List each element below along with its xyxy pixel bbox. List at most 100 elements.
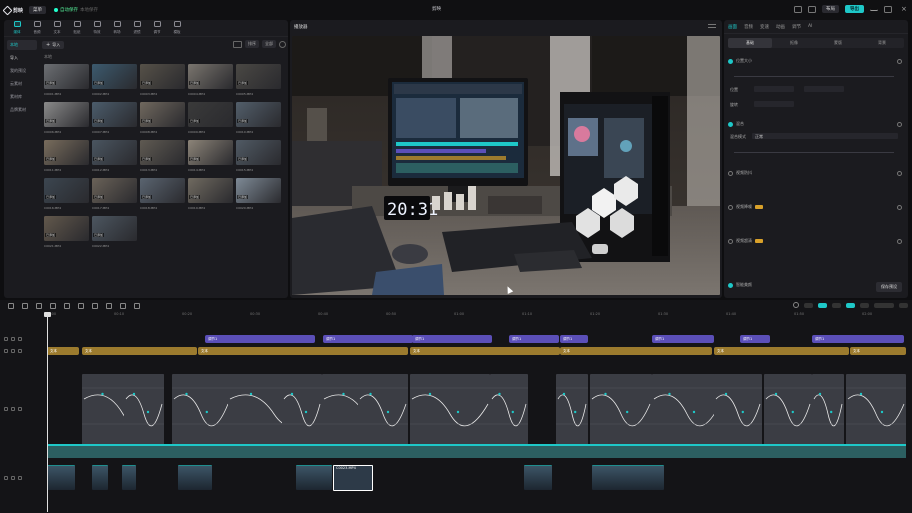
- sidenav-item-1[interactable]: 导入: [7, 53, 37, 63]
- media-thumbnail[interactable]: 已添加 C0010.MP4: [236, 102, 281, 134]
- rotate-icon[interactable]: [120, 303, 126, 309]
- snap-toggle[interactable]: [818, 302, 827, 308]
- main-video-clip[interactable]: [592, 465, 664, 490]
- text-clip[interactable]: 文本: [850, 347, 906, 355]
- tool-tab-0[interactable]: 媒体: [7, 21, 27, 36]
- text-clip[interactable]: 文本: [47, 347, 79, 355]
- eye-icon[interactable]: [11, 476, 15, 480]
- media-thumbnail[interactable]: 已添加 C0011.MP4: [44, 140, 89, 172]
- view-toggle-icon[interactable]: [233, 40, 242, 48]
- keyframe-curve-clip[interactable]: [172, 374, 230, 449]
- eye-icon[interactable]: [11, 407, 15, 411]
- reset-icon[interactable]: [897, 204, 902, 210]
- tool-tab-2[interactable]: 文本: [47, 21, 67, 36]
- blend-mode-select[interactable]: 正常: [752, 133, 898, 139]
- keyframe-curve-clip[interactable]: [410, 374, 490, 449]
- scale-slider[interactable]: [734, 76, 894, 77]
- adjust-clip[interactable]: 调节1: [412, 335, 492, 343]
- text-clip[interactable]: 文本: [560, 347, 712, 355]
- media-thumbnail[interactable]: 已添加 C0003.MP4: [140, 64, 185, 96]
- reset-icon[interactable]: [897, 238, 902, 244]
- media-thumbnail[interactable]: 已添加 C0017.MP4: [92, 178, 137, 210]
- reset-icon[interactable]: [897, 170, 902, 176]
- adjust-clip[interactable]: 调节1: [812, 335, 904, 343]
- eye-icon[interactable]: [11, 349, 15, 353]
- inspector-tab-2[interactable]: 变速: [760, 24, 769, 30]
- text-clip[interactable]: 文本: [714, 347, 849, 355]
- media-thumbnail[interactable]: 已添加 C0002.MP4: [92, 64, 137, 96]
- media-thumbnail[interactable]: 已添加 C0018.MP4: [140, 178, 185, 210]
- inspector-tab-1[interactable]: 音频: [744, 24, 753, 30]
- minimize-icon[interactable]: [870, 7, 878, 11]
- volume-icon[interactable]: [18, 349, 22, 353]
- sidenav-item-4[interactable]: 素材库: [7, 92, 37, 102]
- media-thumbnail[interactable]: 已添加 C0001.MP4: [44, 64, 89, 96]
- keyframe-curve-clip[interactable]: [764, 374, 812, 449]
- media-thumbnail[interactable]: 已添加 C0014.MP4: [188, 140, 233, 172]
- media-thumbnail[interactable]: 已添加 C0006.MP4: [44, 102, 89, 134]
- media-thumbnail[interactable]: 已添加 C0019.MP4: [188, 178, 233, 210]
- media-thumbnail[interactable]: 已添加 C0004.MP4: [188, 64, 233, 96]
- preview-axis-toggle[interactable]: [832, 302, 841, 308]
- zoom-slider[interactable]: [874, 302, 894, 308]
- tool-tab-7[interactable]: 调节: [147, 21, 167, 36]
- main-video-clip[interactable]: [524, 465, 552, 490]
- tool-tab-5[interactable]: 转场: [107, 21, 127, 36]
- tool-tab-8[interactable]: 模板: [167, 21, 187, 36]
- settings-icon[interactable]: [808, 5, 816, 13]
- keyframe-curve-clip[interactable]: [124, 374, 164, 449]
- inspector-subtab-2[interactable]: 蒙版: [816, 38, 860, 48]
- text-clip[interactable]: 文本: [410, 347, 560, 355]
- selected-video-clip[interactable]: C0023.MP4: [333, 465, 373, 491]
- tool-tab-4[interactable]: 特效: [87, 21, 107, 36]
- link-toggle[interactable]: [804, 302, 813, 308]
- inspector-subtab-3[interactable]: 背景: [860, 38, 904, 48]
- undo-icon[interactable]: [22, 303, 28, 309]
- media-thumbnail[interactable]: 已添加 C0009.MP4: [188, 102, 233, 134]
- adjust-clip[interactable]: 调节1: [560, 335, 588, 343]
- zoom-in-icon[interactable]: [899, 302, 908, 308]
- playhead[interactable]: [44, 312, 51, 512]
- lock-icon[interactable]: [4, 349, 8, 353]
- lock-icon[interactable]: [4, 407, 8, 411]
- maximize-icon[interactable]: [884, 5, 892, 13]
- lock-icon[interactable]: [4, 337, 8, 341]
- media-thumbnail[interactable]: 已添加 C0007.MP4: [92, 102, 137, 134]
- keyframe-curve-clip[interactable]: [358, 374, 408, 449]
- main-video-clip[interactable]: [122, 465, 136, 490]
- position-x-field[interactable]: [754, 86, 794, 92]
- sort-button[interactable]: 排序: [245, 40, 259, 48]
- crop-tool-icon[interactable]: [134, 303, 140, 309]
- volume-icon[interactable]: [18, 337, 22, 341]
- freeze-icon[interactable]: [78, 303, 84, 309]
- close-icon[interactable]: ×: [898, 5, 907, 13]
- adjust-clip[interactable]: 调节1: [509, 335, 559, 343]
- mirror-icon[interactable]: [106, 303, 112, 309]
- main-video-clip[interactable]: [296, 465, 332, 490]
- volume-icon[interactable]: [18, 407, 22, 411]
- layout-button[interactable]: 布局: [822, 5, 839, 13]
- keyframe-curve-clip[interactable]: [714, 374, 762, 449]
- toggle-checkbox[interactable]: [728, 121, 733, 127]
- keyframe-curve-clip[interactable]: [556, 374, 588, 449]
- shortcut-icon[interactable]: [794, 5, 802, 13]
- adjust-clip[interactable]: 调节1: [323, 335, 413, 343]
- sidenav-item-2[interactable]: 我的预设: [7, 66, 37, 76]
- media-thumbnail[interactable]: 已添加 C0012.MP4: [92, 140, 137, 172]
- redo-icon[interactable]: [36, 303, 42, 309]
- inspector-subtab-1[interactable]: 抠像: [772, 38, 816, 48]
- inspector-subtab-0[interactable]: 基础: [728, 38, 772, 48]
- inspector-tab-0[interactable]: 画面: [728, 24, 737, 30]
- delete-icon[interactable]: [64, 303, 70, 309]
- main-video-clip[interactable]: [178, 465, 212, 490]
- overlay-video-strip[interactable]: [47, 444, 906, 458]
- filter-all-button[interactable]: 全部: [262, 40, 276, 48]
- split-icon[interactable]: [50, 303, 56, 309]
- sidenav-item-0[interactable]: 本地: [7, 40, 37, 50]
- player-menu-icon[interactable]: [708, 24, 716, 28]
- media-thumbnail[interactable]: 已添加 C0013.MP4: [140, 140, 185, 172]
- save-preset-button[interactable]: 保存预设: [876, 282, 902, 292]
- media-thumbnail[interactable]: 已添加 C0008.MP4: [140, 102, 185, 134]
- import-button[interactable]: + 导入: [42, 41, 65, 49]
- opacity-slider[interactable]: [734, 152, 894, 153]
